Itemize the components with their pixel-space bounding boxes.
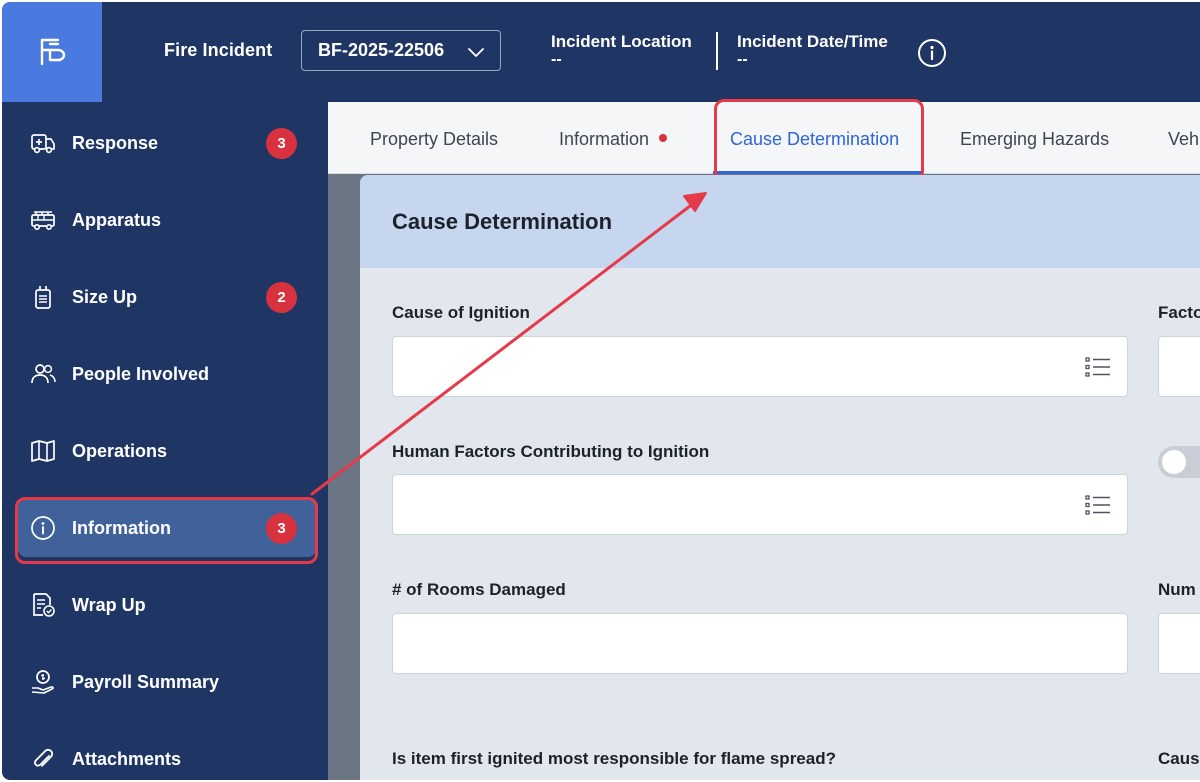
incident-datetime-value: -- [737, 51, 748, 68]
sidebar-item-attachments[interactable]: Attachments [18, 730, 316, 780]
app-logo[interactable] [2, 2, 102, 102]
human-factors-label: Human Factors Contributing to Ignition [392, 442, 710, 461]
factors-input[interactable] [1158, 336, 1200, 397]
annotation-highlight-tab [714, 99, 924, 181]
tab-property-details[interactable]: Property Details [370, 129, 498, 150]
tab-vehicles-partial[interactable]: Veh [1168, 129, 1199, 150]
info-icon[interactable] [917, 38, 947, 68]
list-icon[interactable] [1085, 355, 1111, 379]
sidebar-nav: Response 3 Apparatus Size Up 2 People In… [2, 102, 328, 780]
people-icon [31, 364, 56, 384]
notification-badge: 3 [266, 128, 297, 159]
notification-badge: 2 [266, 282, 297, 313]
app-window: Fire Incident BF-2025-22506 Incident Loc… [2, 2, 1200, 780]
sidebar-item-label: Attachments [72, 749, 182, 769]
rooms-damaged-label: # of Rooms Damaged [392, 580, 566, 599]
sidebar-item-label: Operations [72, 441, 168, 461]
map-icon [31, 440, 55, 462]
header-divider [716, 32, 718, 70]
paperclip-icon [34, 748, 54, 767]
sidebar-item-size-up[interactable]: Size Up 2 [18, 268, 316, 326]
chevron-down-icon [468, 48, 484, 57]
panel-title: Cause Determination [392, 209, 613, 234]
sidebar-item-wrap-up[interactable]: Wrap Up [18, 576, 316, 634]
incident-location: Incident Location -- [551, 31, 692, 68]
ambulance-icon [31, 134, 55, 154]
tab-label: Information [559, 129, 650, 149]
top-header: Fire Incident BF-2025-22506 Incident Loc… [2, 2, 1200, 102]
tab-emerging-hazards[interactable]: Emerging Hazards [960, 129, 1109, 150]
cause-of-ignition-select[interactable] [392, 336, 1128, 397]
tab-information[interactable]: Information [559, 129, 668, 150]
sidebar-item-label: Wrap Up [72, 595, 146, 615]
incident-id-value: BF-2025-22506 [318, 40, 445, 60]
incident-location-label: Incident Location [551, 32, 692, 51]
app-title: Fire Incident [164, 40, 273, 60]
sidebar-item-response[interactable]: Response 3 [18, 114, 316, 172]
incident-location-value: -- [551, 51, 562, 68]
toggle-switch[interactable] [1158, 446, 1200, 478]
cause-label: Caus [1158, 749, 1200, 768]
sidebar-item-operations[interactable]: Operations [18, 422, 316, 480]
sidebar-item-label: Payroll Summary [72, 672, 220, 692]
rooms-damaged-input[interactable] [392, 613, 1128, 674]
fire-truck-icon [31, 211, 55, 230]
sidebar-item-people-involved[interactable]: People Involved [18, 345, 316, 403]
main-content: Property Details Information Cause Deter… [328, 99, 1200, 780]
toggle-knob [1162, 450, 1186, 474]
num-label: Num [1158, 580, 1196, 599]
factors-label: Facto [1158, 303, 1200, 322]
payroll-icon [31, 670, 54, 694]
sidebar-item-apparatus[interactable]: Apparatus [18, 191, 316, 249]
panel-header: Cause Determination [360, 175, 1200, 268]
cause-of-ignition-label: Cause of Ignition [392, 303, 530, 322]
document-check-icon [33, 593, 55, 617]
sidebar-item-label: Apparatus [72, 210, 162, 230]
sidebar-item-label: Response [72, 133, 159, 153]
list-icon[interactable] [1085, 493, 1111, 517]
radio-icon [35, 286, 51, 309]
cause-determination-panel: Cause Determination Cause of Ignition Fa… [360, 175, 1200, 780]
sidebar-item-label: Size Up [72, 287, 138, 307]
incident-id-dropdown[interactable]: BF-2025-22506 [301, 30, 501, 71]
incident-datetime-label: Incident Date/Time [737, 32, 888, 51]
logo-icon [40, 38, 66, 66]
unread-dot [659, 134, 668, 142]
annotation-highlight-information [15, 497, 318, 564]
item-first-ignited-label: Is item first ignited most responsible f… [392, 749, 836, 768]
sidebar-item-label: People Involved [72, 364, 210, 384]
human-factors-select[interactable] [392, 474, 1128, 535]
incident-datetime: Incident Date/Time -- [737, 31, 888, 68]
num-input[interactable] [1158, 613, 1200, 674]
sidebar-item-payroll-summary[interactable]: Payroll Summary [18, 653, 316, 711]
